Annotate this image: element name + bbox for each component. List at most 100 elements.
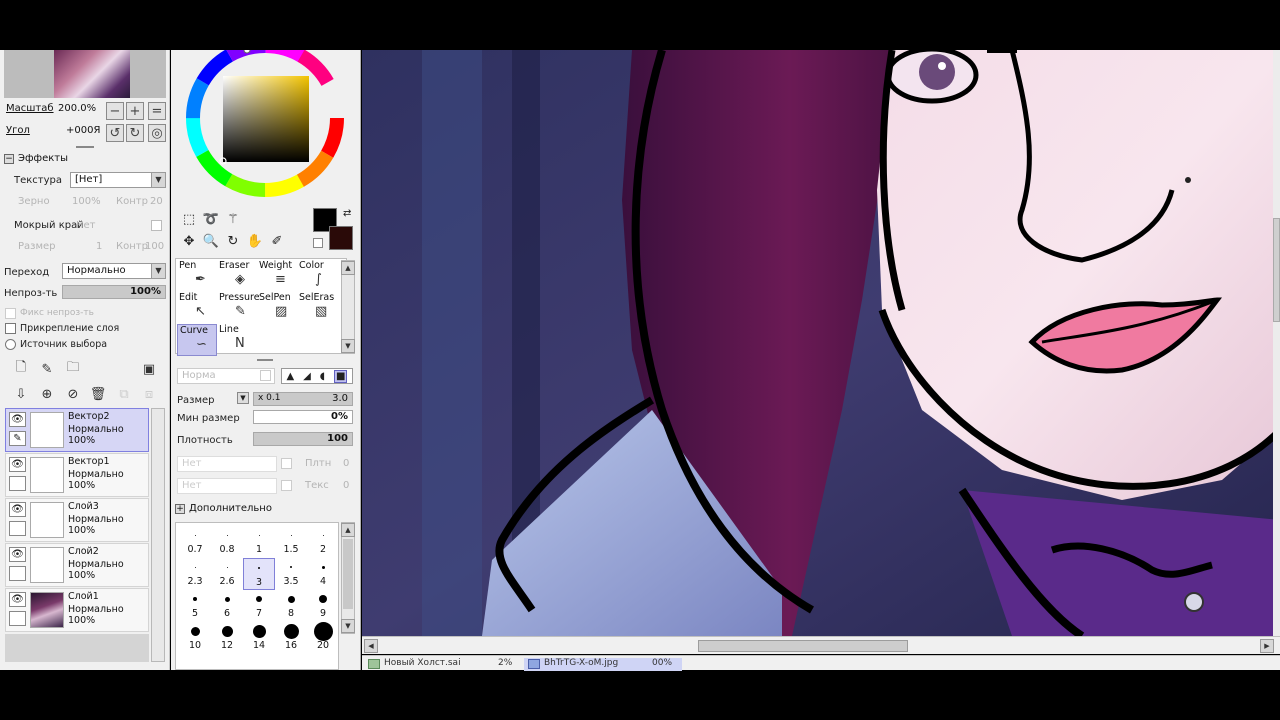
rotate-right-button[interactable]: ↻ (126, 124, 144, 142)
advanced-header[interactable]: + Дополнительно (175, 503, 272, 514)
vertical-scroll-thumb[interactable] (1273, 218, 1280, 322)
brush-size-preset[interactable]: 2 (307, 526, 339, 558)
file-tab[interactable]: Новый Холст.sai 2% (364, 658, 522, 671)
canvas-horizontal-scrollbar[interactable]: ◀ ▶ (362, 636, 1280, 654)
fix-opacity-checkbox[interactable] (5, 308, 16, 319)
brush-shape-round-icon[interactable]: ◖ (320, 371, 325, 382)
size-slider[interactable]: x 0.1 3.0 (253, 392, 353, 406)
eyedropper-icon[interactable]: ✐ (267, 232, 287, 250)
layer-item[interactable]: 👁 ✎ Вектор2 Нормально 100% (5, 408, 149, 452)
brush-shape-selector[interactable]: ▲ ◢ ◖ ■ (281, 368, 353, 384)
lasso-icon[interactable]: ➰ (201, 210, 221, 228)
brush-size-preset[interactable]: 0.8 (211, 526, 243, 558)
hand-icon[interactable]: ✋ (245, 232, 265, 250)
eye-icon[interactable]: 👁 (9, 412, 26, 427)
navigator[interactable] (4, 50, 166, 98)
zoom-icon[interactable]: 🔍 (201, 232, 221, 250)
brush-size-preset[interactable]: 1 (243, 526, 275, 558)
layer-scrollbar[interactable] (151, 408, 165, 662)
texture-select[interactable]: [Нет] ▼ (70, 172, 166, 188)
new-vector-layer-icon[interactable]: ✎ (38, 360, 56, 378)
selection-source-radio[interactable] (5, 339, 16, 350)
eye-icon[interactable]: 👁 (9, 592, 26, 607)
zoom-out-button[interactable]: − (106, 102, 124, 120)
brush-size-preset[interactable]: 7 (243, 590, 275, 622)
brush-size-preset[interactable]: 3.5 (275, 558, 307, 590)
brush-pressure[interactable]: Pressure ✎ (217, 292, 260, 324)
clip-layer-checkbox[interactable] (5, 323, 16, 334)
brush-size-preset[interactable]: 9 (307, 590, 339, 622)
brush-size-preset[interactable]: 5 (179, 590, 211, 622)
canvas-vertical-scrollbar[interactable] (1273, 50, 1280, 636)
opacity-slider[interactable]: 100% (62, 285, 166, 299)
blending-select[interactable]: Нормально ▼ (62, 263, 166, 279)
lock-toggle[interactable] (9, 611, 26, 626)
size-grid-scrollbar[interactable]: ▲ ▼ (341, 522, 355, 634)
brush-line[interactable]: Line N (217, 324, 257, 356)
brush-shape-triangle-icon[interactable]: ▲ (286, 371, 294, 382)
brush-size-preset[interactable]: 14 (243, 622, 275, 654)
scroll-up-button[interactable]: ▲ (341, 523, 355, 537)
zoom-value[interactable]: 200.0% (58, 103, 96, 114)
brush-grid-scrollbar[interactable]: ▲ ▼ (341, 260, 355, 354)
brush-shape-soft-icon[interactable]: ◢ (303, 371, 311, 382)
magic-wand-icon[interactable]: ⚚ (223, 210, 243, 228)
merge-down-icon[interactable]: ⊕ (38, 385, 56, 403)
swap-colors-icon[interactable]: ⇄ (343, 208, 351, 219)
layer-item[interactable]: 👁 Слой3 Нормально 100% (5, 498, 149, 542)
file-tab-active[interactable]: BhTrTG-X-oM.jpg 00% (524, 658, 682, 671)
brush-size-preset[interactable]: 20 (307, 621, 339, 654)
background-color-swatch[interactable] (329, 226, 353, 250)
scroll-right-button[interactable]: ▶ (1260, 639, 1274, 653)
brush-size-preset[interactable]: 0.7 (179, 526, 211, 558)
density-slider[interactable]: 100 (253, 432, 353, 446)
rect-select-icon[interactable]: ⬚ (179, 210, 199, 228)
brush-size-preset[interactable]: 2.6 (211, 558, 243, 590)
brush-selpen[interactable]: SelPen ▨ (257, 292, 297, 324)
brush-size-preset[interactable]: 1.5 (275, 526, 307, 558)
rotate-left-button[interactable]: ↺ (106, 124, 124, 142)
color-wheel[interactable] (185, 50, 345, 200)
default-colors-icon[interactable] (313, 238, 323, 248)
layer-mask-icon[interactable]: ▣ (140, 360, 158, 378)
brush-size-preset[interactable]: 12 (211, 622, 243, 654)
brush-pen[interactable]: Pen ✒ (177, 260, 217, 292)
rotate-icon[interactable]: ↻ (223, 232, 243, 250)
brush-curve[interactable]: Curve ∽ (177, 324, 217, 356)
effects-header[interactable]: − Эффекты (4, 153, 68, 164)
layer-item[interactable]: 👁 Вектор1 Нормально 100% (5, 453, 149, 497)
clear-layer-icon[interactable]: ⊘ (64, 385, 82, 403)
brush-eraser[interactable]: Eraser ◈ (217, 260, 257, 292)
lock-toggle[interactable] (9, 521, 26, 536)
eye-icon[interactable]: 👁 (9, 502, 26, 517)
texture2-select[interactable]: Нет (177, 478, 277, 494)
pen-icon[interactable]: ✎ (9, 431, 26, 446)
brush-size-preset[interactable]: 10 (179, 622, 211, 654)
brush-size-preset[interactable]: 3 (243, 558, 275, 590)
zoom-in-button[interactable]: + (126, 102, 144, 120)
brush-size-preset[interactable]: 16 (275, 622, 307, 654)
brush-seleras[interactable]: SelEras ▧ (297, 292, 337, 324)
move-icon[interactable]: ✥ (179, 232, 199, 250)
brush-size-preset[interactable]: 2.3 (179, 558, 211, 590)
panel-grip[interactable] (76, 146, 94, 148)
scroll-left-button[interactable]: ◀ (364, 639, 378, 653)
brush-color[interactable]: Color ∫ (297, 260, 337, 292)
brush-size-preset[interactable]: 6 (211, 590, 243, 622)
eye-icon[interactable]: 👁 (9, 547, 26, 562)
layer-item[interactable]: 👁 Слой2 Нормально 100% (5, 543, 149, 587)
zoom-reset-button[interactable]: = (148, 102, 166, 120)
brush-shape-square-icon[interactable]: ■ (334, 369, 348, 383)
brush-weight[interactable]: Weight ≡ (257, 260, 297, 292)
eye-icon[interactable]: 👁 (9, 457, 26, 472)
rotate-reset-button[interactable]: ◎ (148, 124, 166, 142)
texture-brush-select[interactable]: Нет (177, 456, 277, 472)
new-folder-icon[interactable]: 🗀 (64, 360, 82, 378)
horizontal-scroll-thumb[interactable] (698, 640, 908, 652)
panel-grip[interactable] (257, 359, 273, 361)
layer-item[interactable]: 👁 Слой1 Нормально 100% (5, 588, 149, 632)
canvas[interactable] (362, 50, 1280, 636)
wet-edge-checkbox[interactable] (151, 220, 162, 231)
size-mult-dropdown[interactable]: ▼ (237, 392, 249, 404)
transfer-down-icon[interactable]: ⇩ (12, 385, 30, 403)
